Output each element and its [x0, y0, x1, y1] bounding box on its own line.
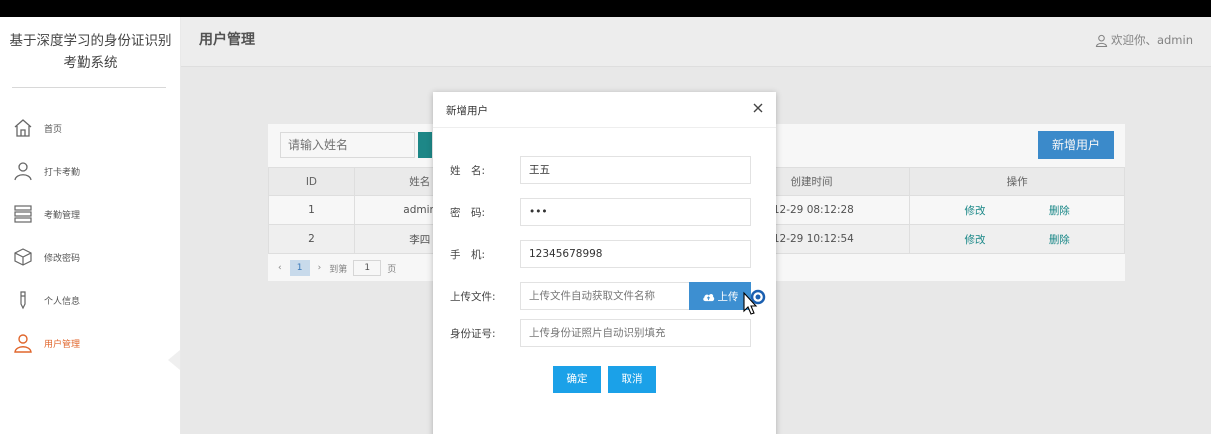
- brand-line-2: 考勤系统: [63, 55, 118, 71]
- file-row: 上传文件: 上传文件自动获取文件名称 上传: [433, 282, 776, 310]
- phone-field[interactable]: 12345678998: [520, 240, 751, 268]
- add-user-dialog: 新增用户 姓 名: 王五 密 码: ••• 手 机: 12345678998 上…: [433, 92, 776, 434]
- brand-divider: [12, 87, 166, 88]
- dialog-header: 新增用户: [433, 92, 776, 128]
- active-indicator: [168, 350, 180, 370]
- list-icon: [12, 203, 34, 225]
- sidebar-item-label: 考勤管理: [44, 210, 81, 221]
- idcard-field[interactable]: 上传身份证照片自动识别填充: [520, 319, 751, 347]
- phone-label: 手 机:: [450, 249, 486, 261]
- idcard-label: 身份证号:: [450, 328, 496, 340]
- cloud-upload-icon: [702, 293, 714, 301]
- sidebar-item-label: 打卡考勤: [44, 167, 81, 178]
- sidebar-item-label: 修改密码: [44, 253, 81, 264]
- sidebar-item-label: 首页: [44, 124, 63, 135]
- cancel-button[interactable]: 取消: [608, 366, 656, 393]
- file-label: 上传文件:: [450, 291, 496, 303]
- name-label: 姓 名:: [450, 165, 486, 177]
- password-field[interactable]: •••: [520, 198, 751, 226]
- confirm-button[interactable]: 确定: [553, 366, 601, 393]
- name-row: 姓 名: 王五: [433, 156, 776, 184]
- brand-line-1: 基于深度学习的身份证识别: [9, 33, 172, 49]
- sidebar-item-profile[interactable]: 个人信息: [12, 287, 172, 313]
- box-icon: [12, 246, 34, 268]
- brand-title: 基于深度学习的身份证识别 考勤系统: [0, 30, 181, 74]
- sidebar-item-home[interactable]: 首页: [12, 115, 172, 141]
- idcard-row: 身份证号: 上传身份证照片自动识别填充: [433, 319, 776, 347]
- sidebar-item-change-password[interactable]: 修改密码: [12, 244, 172, 270]
- upload-button-label: 上传: [717, 290, 739, 303]
- mouse-cursor-icon: [743, 289, 766, 315]
- password-label: 密 码:: [450, 207, 486, 219]
- sidebar-item-label: 用户管理: [44, 339, 81, 350]
- sidebar-item-attendance[interactable]: 考勤管理: [12, 201, 172, 227]
- name-field[interactable]: 王五: [520, 156, 751, 184]
- top-black-bar: [0, 0, 1211, 17]
- sidebar: 基于深度学习的身份证识别 考勤系统 首页 打卡考勤 考勤管理 修改密码 个人信息: [0, 17, 181, 434]
- close-icon[interactable]: [751, 101, 765, 115]
- phone-row: 手 机: 12345678998: [433, 240, 776, 268]
- sidebar-item-user-management[interactable]: 用户管理: [12, 330, 172, 356]
- dialog-title: 新增用户: [446, 105, 488, 117]
- pen-icon: [12, 289, 34, 311]
- sidebar-item-label: 个人信息: [44, 296, 81, 307]
- password-row: 密 码: •••: [433, 198, 776, 226]
- home-icon: [12, 117, 34, 139]
- file-name-field[interactable]: 上传文件自动获取文件名称: [520, 282, 690, 310]
- sidebar-item-clock-in[interactable]: 打卡考勤: [12, 158, 172, 184]
- user-icon: [12, 160, 34, 182]
- user-icon: [12, 332, 34, 354]
